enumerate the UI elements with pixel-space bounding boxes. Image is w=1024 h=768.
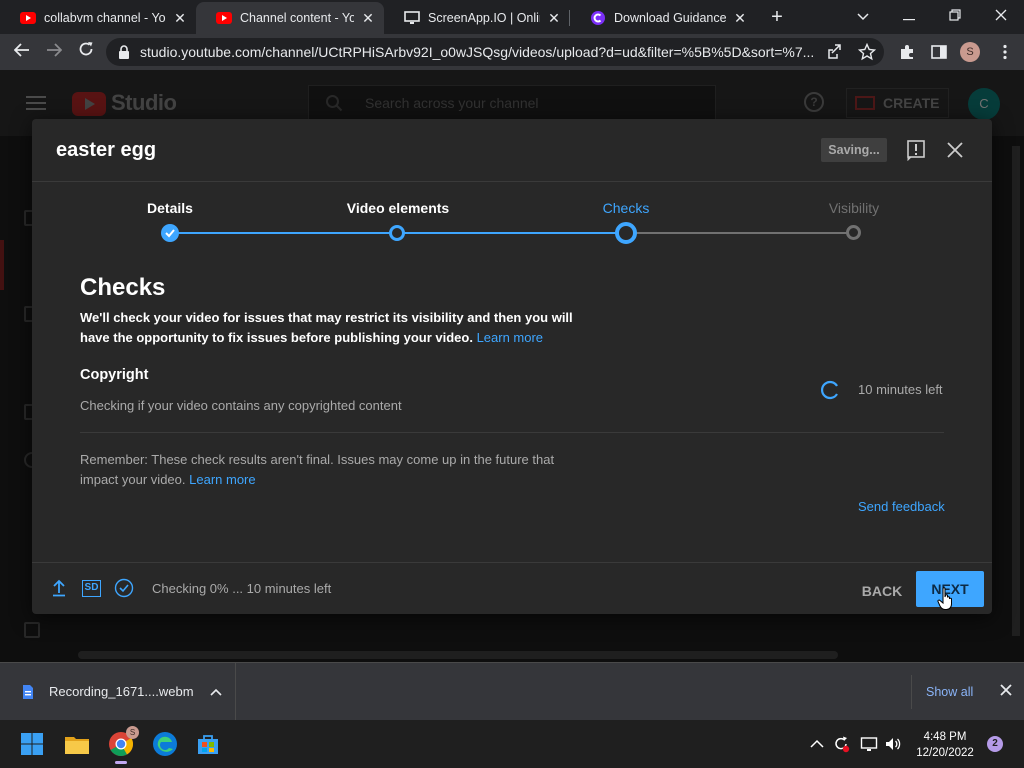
sync-alert-icon[interactable]	[832, 735, 850, 753]
bookmark-star-icon[interactable]	[858, 43, 876, 61]
step-checks-node[interactable]	[615, 222, 637, 244]
monitor-favicon-icon	[404, 10, 420, 26]
tab-screenapp[interactable]: ScreenApp.IO | Online ✕	[384, 2, 570, 34]
header-divider	[32, 181, 992, 182]
send-feedback-link[interactable]: Send feedback	[858, 499, 945, 514]
tab-download-guidance[interactable]: Download Guidance ✕	[570, 2, 756, 34]
loading-spinner-icon	[820, 380, 838, 400]
close-download-bar-icon[interactable]	[999, 683, 1013, 697]
step-video-elements-label[interactable]: Video elements	[318, 200, 478, 216]
tab-title: ScreenApp.IO | Online	[428, 11, 540, 25]
copyright-title: Copyright	[80, 367, 149, 383]
lock-icon	[119, 45, 129, 59]
notification-count-badge[interactable]: 2	[987, 736, 1003, 752]
remember-learn-more-link[interactable]: Learn more	[189, 472, 255, 487]
forward-arrow-icon[interactable]	[42, 40, 66, 64]
back-button[interactable]: BACK	[854, 573, 910, 609]
show-all-button[interactable]: Show all	[926, 685, 973, 699]
tab-title: Channel content - YouT	[240, 11, 354, 25]
download-bar-separator	[911, 675, 912, 709]
tab-title: Download Guidance	[614, 11, 726, 25]
download-bar: Recording_1671....webm Show all	[0, 662, 1024, 720]
url-text: studio.youtube.com/channel/UCtRPHiSArbv9…	[140, 44, 815, 60]
step-details-label[interactable]: Details	[90, 200, 250, 216]
dialog-title: easter egg	[56, 139, 157, 161]
network-monitor-icon[interactable]	[860, 735, 878, 753]
new-tab-button[interactable]: +	[766, 6, 788, 28]
remember-note: Remember: These check results aren't fin…	[80, 450, 580, 490]
footer-divider	[32, 562, 992, 563]
learn-more-link[interactable]: Learn more	[477, 330, 543, 345]
restore-button[interactable]	[932, 2, 978, 30]
step-video-elements-node[interactable]	[389, 225, 405, 241]
file-icon	[23, 684, 33, 699]
upload-dialog: easter egg Saving... Details Video eleme…	[32, 119, 992, 614]
stepper-remaining-track	[626, 232, 854, 234]
section-title: Checks	[80, 274, 166, 301]
youtube-favicon-icon	[20, 10, 36, 26]
time-left-text: 10 minutes left	[858, 382, 943, 397]
extensions-puzzle-icon[interactable]	[898, 43, 916, 61]
remember-text: Remember: These check results aren't fin…	[80, 452, 555, 487]
tab-close-icon[interactable]: ✕	[546, 10, 562, 26]
file-explorer-icon[interactable]	[61, 728, 93, 760]
microsoft-store-icon[interactable]	[192, 728, 224, 760]
purple-c-favicon-icon	[590, 10, 606, 26]
chevron-up-icon[interactable]	[209, 688, 222, 696]
download-item[interactable]: Recording_1671....webm	[0, 663, 236, 720]
address-bar[interactable]: studio.youtube.com/channel/UCtRPHiSArbv9…	[106, 38, 884, 66]
tab-close-icon[interactable]: ✕	[360, 10, 376, 26]
windows-start-icon[interactable]	[16, 728, 48, 760]
upload-arrow-icon[interactable]	[52, 579, 66, 597]
download-file-name: Recording_1671....webm	[49, 684, 194, 699]
minimize-button[interactable]	[886, 2, 932, 30]
tab-close-icon[interactable]: ✕	[172, 10, 188, 26]
report-flag-icon[interactable]	[905, 139, 927, 161]
chrome-profile-badge: S	[126, 726, 139, 739]
clock-date: 12/20/2022	[916, 747, 974, 759]
step-checks-label[interactable]: Checks	[546, 200, 706, 216]
step-details-check-icon[interactable]	[161, 224, 179, 242]
step-visibility-node[interactable]	[846, 225, 861, 240]
window-close-button[interactable]	[978, 2, 1024, 30]
copyright-divider	[80, 432, 944, 433]
edge-browser-icon[interactable]	[149, 728, 181, 760]
checks-status-icon[interactable]	[114, 578, 134, 598]
hand-cursor-icon	[937, 587, 952, 610]
show-hidden-icons-chevron-icon[interactable]	[808, 735, 826, 753]
side-panel-icon[interactable]	[930, 43, 948, 61]
tab-title: collabvm channel - You	[44, 11, 166, 25]
tab-search-chevron-icon[interactable]	[840, 2, 886, 30]
chrome-menu-icon[interactable]	[996, 43, 1014, 61]
tab-collabvm[interactable]: collabvm channel - You ✕	[0, 2, 196, 34]
step-visibility-label[interactable]: Visibility	[774, 200, 934, 216]
profile-avatar[interactable]: S	[960, 42, 980, 62]
clock-time: 4:48 PM	[923, 731, 967, 743]
close-icon[interactable]	[945, 140, 965, 160]
volume-icon[interactable]	[884, 735, 902, 753]
browser-tab-strip: collabvm channel - You ✕ Channel content…	[0, 0, 1024, 34]
chrome-taskbar-icon[interactable]: S	[105, 726, 139, 764]
back-arrow-icon[interactable]	[10, 40, 34, 64]
saving-status-badge: Saving...	[821, 138, 887, 162]
youtube-favicon-icon	[216, 10, 232, 26]
tab-close-icon[interactable]: ✕	[732, 10, 748, 26]
browser-toolbar: studio.youtube.com/channel/UCtRPHiSArbv9…	[0, 34, 1024, 70]
reload-icon[interactable]	[74, 40, 98, 64]
share-icon[interactable]	[826, 43, 844, 61]
section-description: We'll check your video for issues that m…	[80, 308, 600, 348]
tab-channel-content[interactable]: Channel content - YouT ✕	[196, 2, 384, 34]
footer-status-text: Checking 0% ... 10 minutes left	[152, 581, 332, 596]
system-clock[interactable]: 4:48 PM 12/20/2022	[912, 729, 978, 761]
copyright-description: Checking if your video contains any copy…	[80, 398, 402, 413]
windows-taskbar: S 4:48 PM 12/20/2022	[0, 720, 1024, 768]
sd-quality-icon[interactable]: SD	[82, 580, 101, 597]
